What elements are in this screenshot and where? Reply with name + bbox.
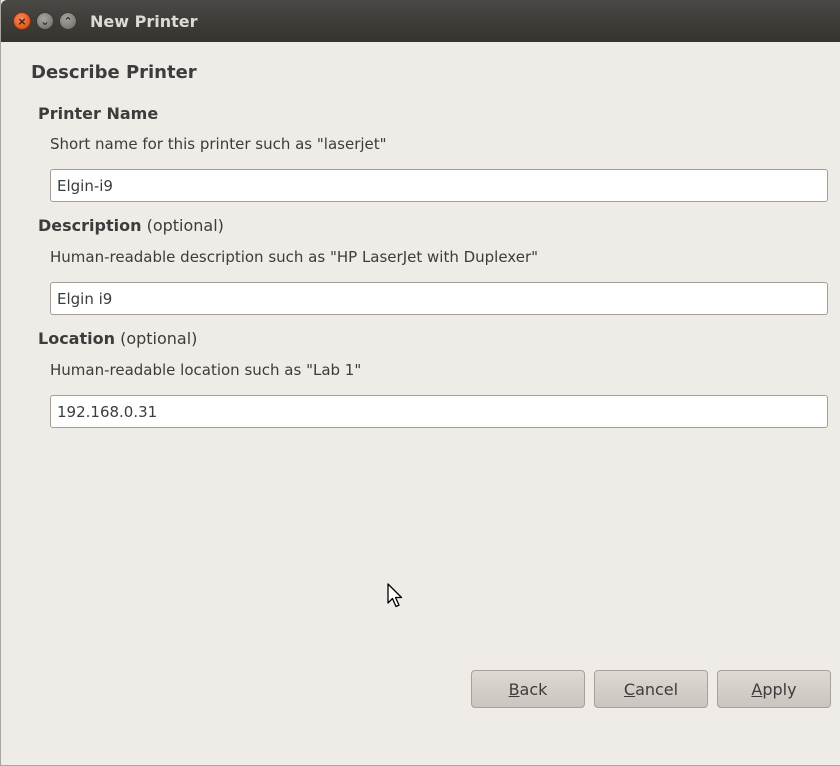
new-printer-window: × ⌄ ⌃ New Printer Describe Printer Print… bbox=[0, 0, 840, 766]
apply-label-rest: pply bbox=[762, 679, 797, 699]
location-hint: Human-readable location such as "Lab 1" bbox=[50, 361, 362, 379]
description-input[interactable] bbox=[50, 282, 828, 315]
maximize-icon[interactable]: ⌃ bbox=[59, 12, 77, 30]
location-optional: (optional) bbox=[114, 329, 198, 348]
description-label: Description bbox=[38, 216, 142, 235]
back-button[interactable]: Back bbox=[471, 670, 585, 708]
title-bar: × ⌄ ⌃ New Printer bbox=[1, 0, 840, 42]
apply-mnemonic: A bbox=[751, 679, 763, 699]
description-heading: Description (optional) bbox=[38, 216, 224, 235]
mouse-pointer-icon bbox=[387, 583, 403, 608]
window-title: New Printer bbox=[90, 12, 198, 31]
description-hint: Human-readable description such as "HP L… bbox=[50, 248, 539, 266]
printer-name-hint: Short name for this printer such as "las… bbox=[50, 135, 387, 153]
page-heading: Describe Printer bbox=[31, 62, 197, 83]
cancel-mnemonic: C bbox=[623, 679, 636, 699]
printer-name-input[interactable] bbox=[50, 169, 828, 202]
close-icon[interactable]: × bbox=[13, 12, 31, 30]
location-heading: Location (optional) bbox=[38, 329, 197, 348]
description-optional: (optional) bbox=[141, 216, 224, 235]
cancel-label-rest: ancel bbox=[635, 679, 679, 699]
apply-button[interactable]: Apply bbox=[717, 670, 831, 708]
location-input[interactable] bbox=[50, 395, 828, 428]
cancel-button[interactable]: Cancel bbox=[594, 670, 708, 708]
printer-name-heading: Printer Name bbox=[38, 104, 158, 123]
location-label: Location bbox=[38, 329, 115, 348]
minimize-icon[interactable]: ⌄ bbox=[36, 12, 54, 30]
back-label-rest: ack bbox=[519, 679, 548, 699]
printer-name-label: Printer Name bbox=[38, 104, 159, 123]
back-mnemonic: B bbox=[508, 679, 520, 699]
